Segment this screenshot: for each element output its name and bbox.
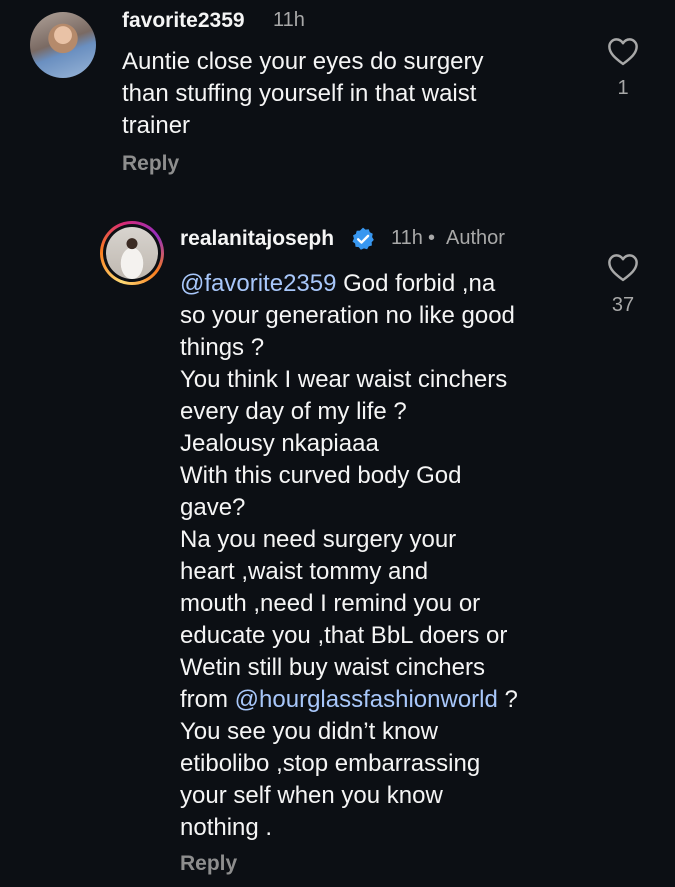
heart-outline-icon[interactable] (606, 36, 640, 66)
comment-username[interactable]: favorite2359 (122, 9, 245, 33)
comment-text: @favorite2359 God forbid ,na so your gen… (180, 268, 580, 844)
comment-text: Auntie close your eyes do surgery than s… (122, 48, 484, 139)
comment-username[interactable]: realanitajoseph (180, 227, 334, 251)
verified-badge-icon (352, 227, 374, 250)
comment-favorite2359: favorite2359 11h Auntie close your eyes … (0, 0, 675, 200)
avatar[interactable] (30, 12, 96, 78)
avatar (106, 227, 158, 279)
heart-outline-icon[interactable] (606, 252, 640, 282)
comment-time: 11h (273, 9, 305, 31)
mention-link[interactable]: @favorite2359 (180, 270, 336, 297)
like-count: 37 (611, 294, 635, 316)
comment-time: 11h (391, 227, 423, 249)
like-count: 1 (617, 77, 629, 99)
comment-realanitajoseph: realanitajoseph 11h • Author @favorite23… (0, 215, 675, 887)
avatar-story-ring[interactable] (100, 221, 164, 285)
reply-button[interactable]: Reply (122, 152, 179, 176)
author-label: Author (446, 227, 505, 249)
reply-button[interactable]: Reply (180, 852, 237, 876)
separator-dot: • (428, 227, 436, 249)
mention-link[interactable]: @hourglassfashionworld (235, 686, 498, 713)
comment-text-part: God forbid ,na so your generation no lik… (180, 270, 515, 713)
